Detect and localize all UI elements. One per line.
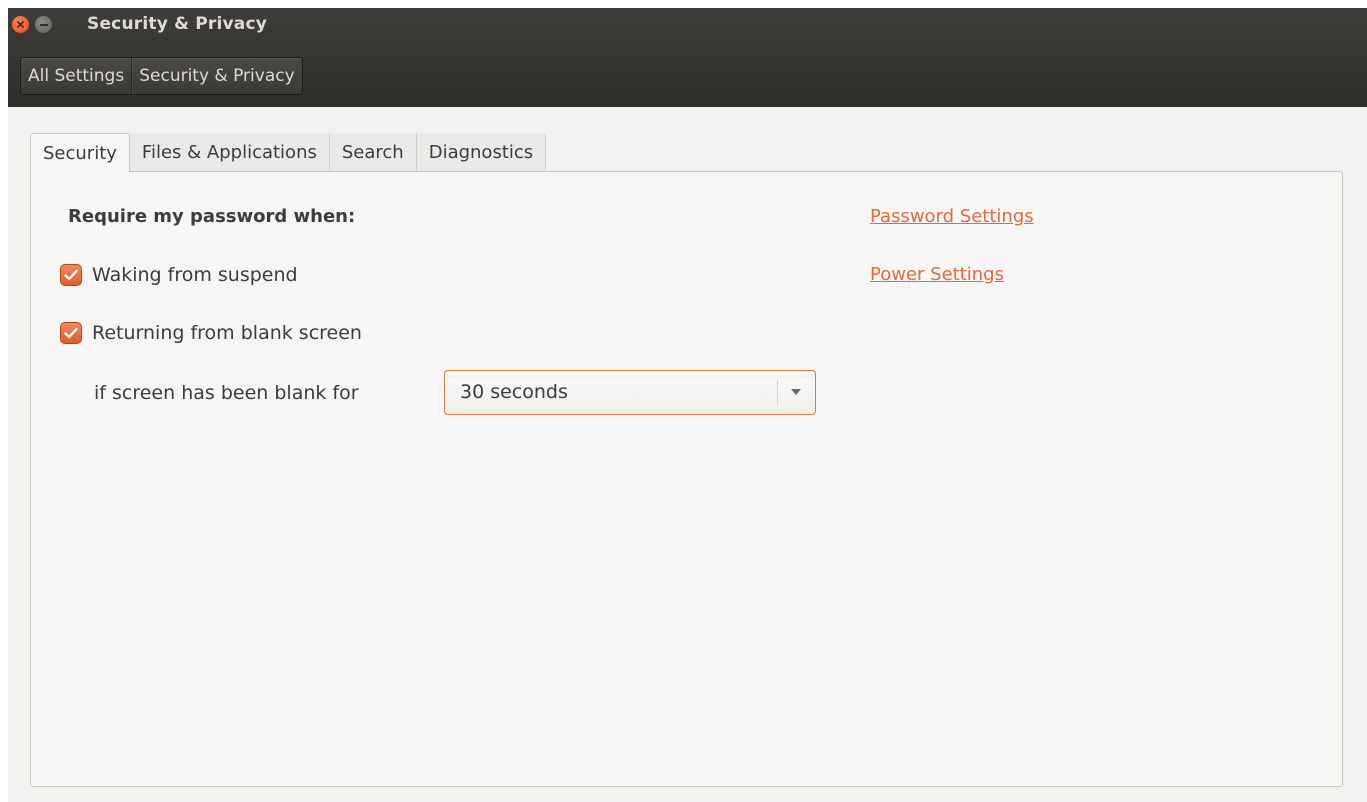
settings-window: Security & Privacy All Settings Security… (8, 8, 1367, 802)
tab-files-applications[interactable]: Files & Applications (129, 133, 330, 172)
breadcrumb-all-settings[interactable]: All Settings (21, 58, 131, 94)
waking-label: Waking from suspend (92, 264, 298, 286)
tab-security[interactable]: Security (30, 133, 130, 172)
close-icon[interactable] (12, 16, 29, 33)
chevron-down-icon (791, 389, 801, 395)
require-password-heading: Require my password when: (68, 206, 356, 227)
waking-from-suspend-option[interactable]: Waking from suspend (60, 264, 298, 286)
checkmark-icon (64, 327, 78, 339)
window-controls (12, 16, 52, 33)
blank-duration-label: if screen has been blank for (94, 382, 359, 404)
minimize-icon[interactable] (35, 16, 52, 33)
password-settings-link[interactable]: Password Settings (870, 206, 1034, 227)
breadcrumb: All Settings Security & Privacy (20, 57, 303, 95)
tab-bar: Security Files & Applications Search Dia… (30, 133, 547, 172)
window-title: Security & Privacy (87, 14, 268, 34)
returning-checkbox[interactable] (60, 322, 82, 344)
window-header: Security & Privacy All Settings Security… (8, 8, 1367, 107)
waking-checkbox[interactable] (60, 264, 82, 286)
blank-duration-value: 30 seconds (460, 381, 568, 403)
select-divider (777, 380, 778, 405)
returning-from-blank-option[interactable]: Returning from blank screen (60, 322, 362, 344)
checkmark-icon (64, 269, 78, 281)
returning-label: Returning from blank screen (92, 322, 362, 344)
tab-search[interactable]: Search (329, 133, 417, 172)
power-settings-link[interactable]: Power Settings (870, 264, 1004, 285)
blank-duration-select[interactable]: 30 seconds (444, 370, 816, 415)
security-panel: Require my password when: Waking from su… (30, 171, 1343, 787)
tab-diagnostics[interactable]: Diagnostics (416, 133, 547, 172)
breadcrumb-security-privacy[interactable]: Security & Privacy (131, 58, 301, 94)
